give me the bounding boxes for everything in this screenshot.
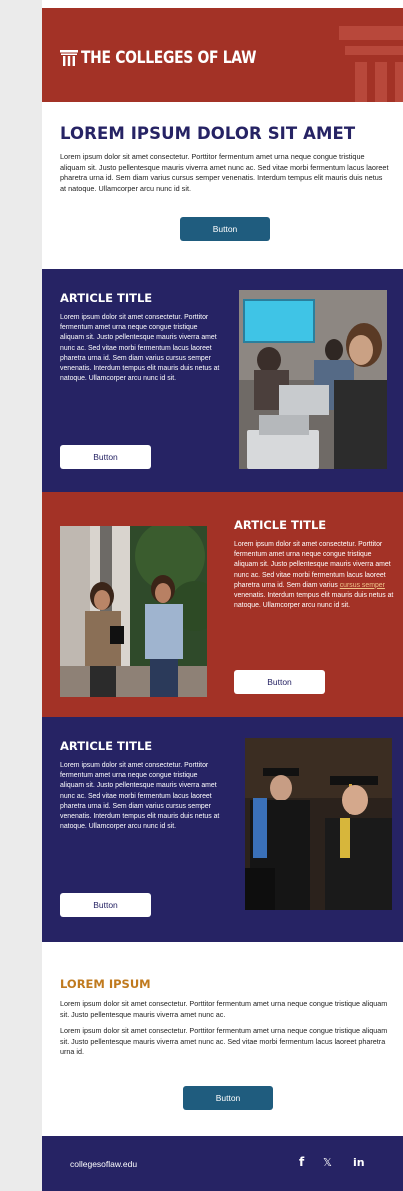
article-block-3: ARTICLE TITLE Lorem ipsum dolor sit amet… [42,717,403,942]
article-button[interactable]: Button [234,670,325,694]
logo[interactable]: THE COLLEGES OF LAW [60,48,295,68]
logo-text: THE COLLEGES OF LAW [81,48,257,68]
email-container: THE COLLEGES OF LAW LOREM IPSUM DOLOR SI… [42,0,403,1191]
article-block-1: ARTICLE TITLE Lorem ipsum dolor sit amet… [42,269,403,492]
article-photo-students [60,526,207,697]
intro-body: Lorem ipsum dolor sit amet consectetur. … [60,152,389,193]
article-title: ARTICLE TITLE [60,739,153,753]
footer: collegesoflaw.edu f 𝕏 in [42,1136,403,1191]
footer-website-link[interactable]: collegesoflaw.edu [70,1159,137,1169]
article-inline-link[interactable]: cursus semper [340,582,385,589]
article-photo-classroom [239,290,387,469]
article-body: Lorem ipsum dolor sit amet consectetur. … [60,762,220,831]
article-button[interactable]: Button [60,445,151,469]
intro-button[interactable]: Button [180,217,270,241]
section-button[interactable]: Button [183,1086,273,1110]
column-decoration [339,26,403,102]
section-paragraph-1: Lorem ipsum dolor sit amet consectetur. … [60,999,388,1019]
section-title: LOREM IPSUM [60,977,151,991]
page-gutter [0,0,42,1191]
columns-logo-icon [60,50,78,66]
section-paragraph-2: Lorem ipsum dolor sit amet consectetur. … [60,1026,388,1056]
linkedin-icon[interactable]: in [353,1156,365,1169]
article-button[interactable]: Button [60,893,151,917]
header-banner: THE COLLEGES OF LAW [42,8,403,102]
article-title: ARTICLE TITLE [234,518,327,532]
intro-title: LOREM IPSUM DOLOR SIT AMET [60,124,356,143]
article-body: Lorem ipsum dolor sit amet consectetur. … [234,540,394,611]
facebook-icon[interactable]: f [299,1155,304,1169]
article-title: ARTICLE TITLE [60,291,153,305]
article-body: Lorem ipsum dolor sit amet consectetur. … [60,314,220,383]
article-photo-graduation [245,738,392,910]
x-icon[interactable]: 𝕏 [323,1156,332,1169]
article-body-text: venenatis. Interdum tempus elit mauris d… [234,592,394,610]
article-block-2: ARTICLE TITLE Lorem ipsum dolor sit amet… [42,492,403,717]
